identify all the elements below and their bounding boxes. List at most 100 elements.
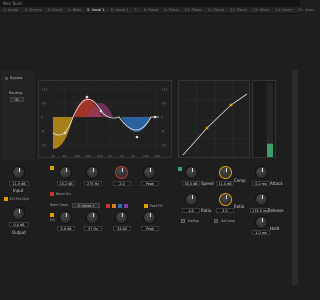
band2-gain-knob[interactable] xyxy=(59,211,72,224)
tab-6[interactable]: 7: xyxy=(131,7,141,14)
band1-freq-value[interactable]: 275 Hz xyxy=(84,181,102,186)
ratio1-value[interactable]: 1.8 xyxy=(182,208,200,213)
input-value[interactable]: 11.5 dB xyxy=(9,181,29,186)
tab-2[interactable]: 3: Drmd xyxy=(44,7,65,14)
dynamics-enable-chip[interactable] xyxy=(178,167,182,171)
band1-gain-knob[interactable] xyxy=(59,166,72,179)
output-knob[interactable] xyxy=(12,207,25,220)
tab-9[interactable]: 10: Piano xyxy=(182,7,205,14)
input-knob[interactable] xyxy=(12,166,25,179)
band-red-chip[interactable] xyxy=(106,204,110,208)
eq-graph[interactable]: +12 +12 +6 +6 0 0 -6 -6 -12 -12 20 50 100 200 500 1k 2k 5… xyxy=(38,80,172,158)
band2-type-knob[interactable] xyxy=(143,211,156,224)
eq-db-label: +6 xyxy=(41,102,46,106)
eq-freq-label: 200 xyxy=(86,154,92,158)
eq-db-label-right: +6 xyxy=(161,102,166,106)
tab-11[interactable]: 12: Piano xyxy=(227,7,250,14)
speed-value[interactable]: 30.0 dB xyxy=(182,181,200,186)
band2-type-value[interactable]: Peak xyxy=(141,226,159,231)
band2-q-knob[interactable] xyxy=(115,211,128,224)
band1-type-knob[interactable] xyxy=(143,166,156,179)
ratio1-knob[interactable] xyxy=(185,193,198,206)
speed-knob[interactable] xyxy=(185,166,198,179)
band1-q-knob[interactable] xyxy=(115,166,128,179)
attack-knob[interactable] xyxy=(255,166,268,179)
eq-band-handle[interactable] xyxy=(135,135,139,139)
eq-freq-label: 50 xyxy=(63,154,67,158)
comp-knob[interactable] xyxy=(219,166,232,179)
tab-5[interactable]: 6: Vocal 2 xyxy=(108,7,132,14)
track-tab-bar: 1: Guitar 2: Drums 3: Drmd 4: Bass 5: Vocal … xyxy=(0,7,314,14)
band2-gain-value[interactable]: 5.6 dB xyxy=(57,226,75,231)
band2-q-value[interactable]: 33.60 xyxy=(113,226,131,231)
knee-handle xyxy=(229,103,233,107)
tab-13[interactable]: 14: Aisey xyxy=(272,7,295,14)
scrollbar[interactable] xyxy=(292,70,298,285)
output-value[interactable]: 0.0 dB xyxy=(9,222,29,227)
band-blue-chip[interactable] xyxy=(118,204,122,208)
release-value[interactable]: 175.0 ms xyxy=(250,208,270,213)
side-chain-select[interactable]: 5: Vocal 1 xyxy=(72,203,100,208)
eq-pre-dyn-label: EQ Pre Dyn xyxy=(10,197,30,201)
hold-knob[interactable] xyxy=(255,216,268,229)
input-label: Input xyxy=(13,188,24,193)
tab-10[interactable]: 11: Piano xyxy=(204,7,227,14)
eq-db-label: -12 xyxy=(41,144,46,148)
eq-db-label-right: -6 xyxy=(161,130,164,134)
dynamics-curve-display xyxy=(179,81,251,159)
eq-curve-display: +12 +12 +6 +6 0 0 -6 -6 -12 -12 20 50 100 200 500 1k 2k 5… xyxy=(41,85,168,158)
eq-freq-label: 5k xyxy=(132,154,136,158)
tab-4[interactable]: 5: Vocal 1 xyxy=(84,7,108,14)
attack-value[interactable]: 0.2 ms xyxy=(252,181,270,186)
band1-type-value[interactable]: Peak xyxy=(141,181,159,186)
band1-gain-value[interactable]: 10.2 dB xyxy=(57,181,75,186)
band-purple-chip[interactable] xyxy=(124,204,128,208)
tab-14[interactable]: 15: Aisey xyxy=(295,7,318,14)
eq-band-handle[interactable] xyxy=(99,109,103,113)
band1-q-value[interactable]: 2.0 xyxy=(113,181,131,186)
band2-freq-knob[interactable] xyxy=(86,211,99,224)
comp-value[interactable]: 11.0 dB xyxy=(216,181,234,186)
deesp-checkbox[interactable] xyxy=(181,219,185,223)
bypass-checkbox[interactable] xyxy=(5,76,8,80)
hold-value[interactable]: 1.0 ms xyxy=(252,230,270,235)
eq-freq-label: 20k xyxy=(155,154,161,158)
post-fx-label: Post FX xyxy=(150,204,163,208)
eq-db-label-right: -12 xyxy=(161,144,166,148)
release-knob[interactable] xyxy=(255,193,268,206)
band-orange-chip[interactable] xyxy=(112,204,116,208)
tab-0[interactable]: 1: Guitar xyxy=(0,7,22,14)
ratio2-knob[interactable] xyxy=(219,193,232,206)
bypass-label: Bypass xyxy=(10,76,23,80)
band-on-checkbox[interactable] xyxy=(50,192,54,196)
tab-8[interactable]: 9: Piano xyxy=(161,7,181,14)
speed-label: Speed xyxy=(201,181,214,186)
eq-band-handle[interactable] xyxy=(63,131,67,135)
routing-section: Routing xyxy=(9,91,22,95)
dynamics-graph[interactable] xyxy=(178,80,251,159)
secomp-label: SeComp xyxy=(221,219,236,223)
ratio2-value[interactable]: 3.5 xyxy=(216,208,234,213)
eq-db-label: 0 xyxy=(41,116,43,120)
band2-freq-value[interactable]: 57 Hz xyxy=(84,226,102,231)
tab-3[interactable]: 4: Bass xyxy=(65,7,84,14)
eq-pre-dyn-checkbox[interactable] xyxy=(4,197,8,201)
routing-button[interactable]: St xyxy=(10,97,24,102)
tab-12[interactable]: 13: Aisey xyxy=(250,7,273,14)
band1-color-chip[interactable] xyxy=(50,166,54,170)
eq-checkbox[interactable] xyxy=(50,213,54,217)
eq-band-handle[interactable] xyxy=(153,115,157,119)
eq-db-label-right: 0 xyxy=(161,116,163,120)
post-fx-checkbox[interactable] xyxy=(144,204,148,208)
eq-db-label-right: +12 xyxy=(161,88,168,92)
secomp-checkbox[interactable] xyxy=(214,219,218,223)
meter-fill xyxy=(267,143,273,157)
eq-band-handle[interactable] xyxy=(85,95,89,99)
band1-freq-knob[interactable] xyxy=(86,166,99,179)
bypass-toggle[interactable]: Bypass xyxy=(5,76,23,80)
tab-1[interactable]: 2: Drums xyxy=(22,7,45,14)
tab-7[interactable]: 8: Piano xyxy=(141,7,161,14)
release-label: Release xyxy=(268,208,284,213)
ratio2-label: Ratio xyxy=(234,204,245,209)
ratio1-label: Ratio xyxy=(201,208,212,213)
